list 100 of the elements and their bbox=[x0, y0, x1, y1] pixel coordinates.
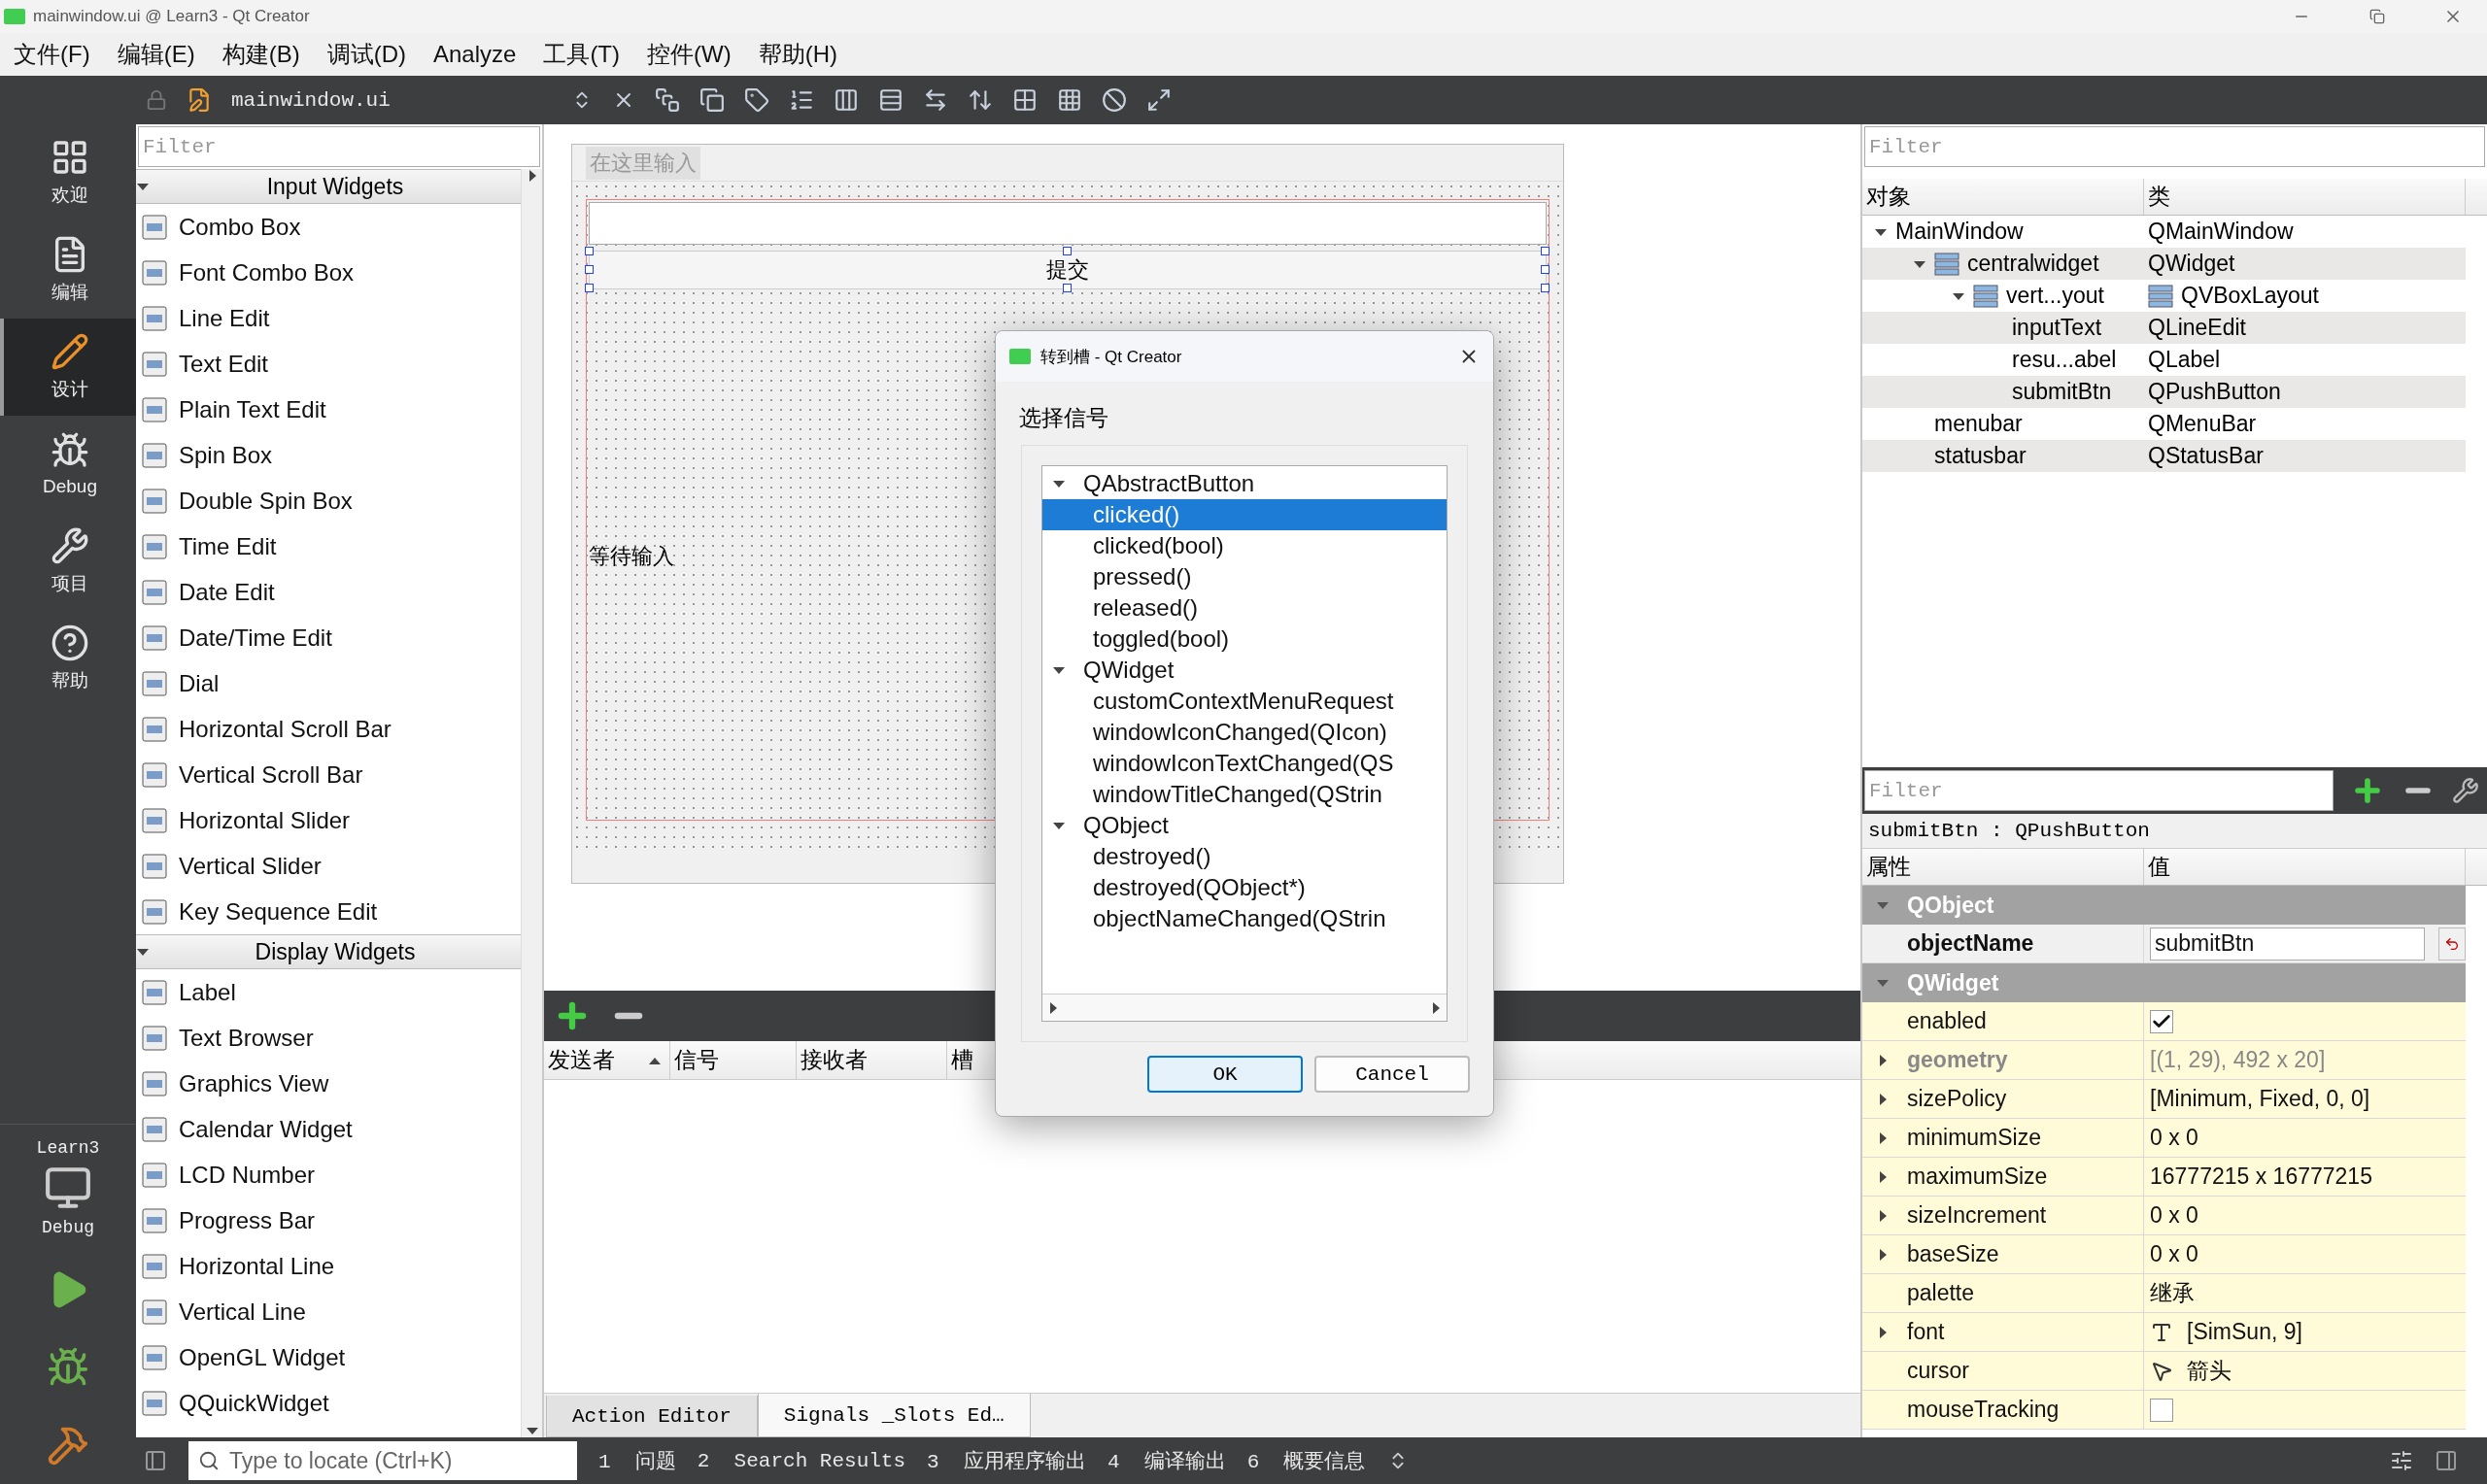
signal-row[interactable]: clicked(bool) bbox=[1042, 530, 1447, 561]
dialog-button[interactable]: OK bbox=[1147, 1056, 1303, 1093]
copy-icon[interactable] bbox=[699, 87, 725, 113]
signal-row[interactable]: windowTitleChanged(QStrin bbox=[1042, 779, 1447, 810]
value-field[interactable]: submitBtn bbox=[2150, 927, 2425, 961]
signal-group-row[interactable]: QAbstractButton bbox=[1042, 468, 1447, 499]
reset-button[interactable] bbox=[2438, 927, 2466, 961]
grid-icon[interactable] bbox=[1012, 87, 1038, 113]
output-pane-tab[interactable]: 1 问题 bbox=[598, 1447, 676, 1474]
editor-tab[interactable]: Action Editor bbox=[546, 1396, 758, 1437]
category-header[interactable]: Input Widgets bbox=[136, 169, 521, 204]
grid-icon[interactable] bbox=[1057, 87, 1082, 113]
signal-row[interactable]: destroyed(QObject*) bbox=[1042, 872, 1447, 903]
locator-box[interactable]: Type to locate (Ctrl+K) bbox=[188, 1441, 577, 1480]
menu-item[interactable]: 文件(F) bbox=[14, 39, 90, 70]
scroll-bar[interactable] bbox=[521, 169, 542, 1437]
signal-row[interactable]: windowIconChanged(QIcon) bbox=[1042, 717, 1447, 748]
menu-item[interactable]: Analyze bbox=[433, 41, 517, 68]
output-pane-tab[interactable]: 2 Search Results bbox=[697, 1449, 906, 1472]
signal-group-row[interactable]: QObject bbox=[1042, 810, 1447, 841]
signal-row[interactable]: toggled(bool) bbox=[1042, 624, 1447, 655]
columns-icon[interactable] bbox=[834, 87, 859, 113]
widget-list-item[interactable]: Vertical Slider bbox=[136, 843, 521, 889]
menu-item[interactable]: 编辑(E) bbox=[117, 39, 195, 70]
widget-list-item[interactable]: Text Edit bbox=[136, 341, 521, 387]
signal-row[interactable]: released() bbox=[1042, 592, 1447, 624]
open-file-name[interactable]: mainwindow.ui bbox=[231, 88, 552, 112]
sidebar-toggle-icon[interactable] bbox=[2435, 1449, 2458, 1472]
widget-list-item[interactable]: Key Sequence Edit bbox=[136, 889, 521, 934]
property-row[interactable]: objectName submitBtn bbox=[1862, 925, 2466, 963]
checkbox[interactable] bbox=[2150, 1398, 2173, 1422]
property-row[interactable]: palette 继承 bbox=[1862, 1274, 2466, 1313]
column-header[interactable]: 接收者 bbox=[797, 1041, 947, 1079]
widget-list-item[interactable]: Horizontal Line bbox=[136, 1243, 521, 1289]
property-row[interactable]: cursor 箭头 bbox=[1862, 1352, 2466, 1391]
property-row[interactable]: enabled bbox=[1862, 1002, 2466, 1041]
widget-list-item[interactable]: Vertical Line bbox=[136, 1289, 521, 1334]
signal-row[interactable]: objectNameChanged(QStrin bbox=[1042, 903, 1447, 934]
menu-item[interactable]: 帮助(H) bbox=[758, 39, 837, 70]
object-row[interactable]: inputText QLineEdit bbox=[1862, 312, 2466, 344]
property-row[interactable]: baseSize 0 x 0 bbox=[1862, 1235, 2466, 1274]
mode-tab[interactable]: 欢迎 bbox=[0, 124, 136, 221]
signal-row[interactable]: clicked() bbox=[1042, 499, 1447, 530]
resize-icon[interactable] bbox=[1146, 87, 1172, 113]
sidebar-toggle-icon[interactable] bbox=[144, 1449, 167, 1472]
column-header[interactable]: 值 bbox=[2144, 849, 2466, 885]
wrench-icon[interactable] bbox=[2452, 777, 2479, 804]
object-row[interactable]: centralwidget QWidget bbox=[1862, 248, 2466, 280]
widget-list-item[interactable]: Line Edit bbox=[136, 295, 521, 341]
prohibited-icon[interactable] bbox=[1102, 87, 1127, 113]
signal-row[interactable]: pressed() bbox=[1042, 561, 1447, 592]
horizontal-arrows-icon[interactable] bbox=[923, 87, 948, 113]
category-header[interactable]: Display Widgets bbox=[136, 934, 521, 969]
checkbox[interactable] bbox=[2150, 1009, 2173, 1033]
tag-icon[interactable] bbox=[744, 87, 769, 113]
signal-row[interactable]: windowIconTextChanged(QS bbox=[1042, 748, 1447, 779]
stacked-squares-icon[interactable] bbox=[655, 87, 680, 113]
output-pane-tab[interactable]: 4 编译输出 bbox=[1107, 1447, 1226, 1474]
dialog-button[interactable]: Cancel bbox=[1314, 1056, 1470, 1093]
widget-list-item[interactable]: Font Combo Box bbox=[136, 250, 521, 295]
signal-group-row[interactable]: QWidget bbox=[1042, 655, 1447, 686]
signal-row[interactable]: customContextMenuRequest bbox=[1042, 686, 1447, 717]
column-header[interactable]: 信号 bbox=[670, 1041, 797, 1079]
widget-list-item[interactable]: Graphics View bbox=[136, 1061, 521, 1106]
output-pane-tab[interactable]: 6 概要信息 bbox=[1246, 1447, 1366, 1474]
widget-list-item[interactable]: Date/Time Edit bbox=[136, 615, 521, 660]
filter-field[interactable]: Filter bbox=[138, 126, 540, 167]
menu-item[interactable]: 构建(B) bbox=[221, 39, 300, 70]
menu-item[interactable]: 工具(T) bbox=[543, 39, 621, 70]
object-row[interactable]: submitBtn QPushButton bbox=[1862, 376, 2466, 408]
widget-list-item[interactable]: Progress Bar bbox=[136, 1197, 521, 1243]
vertical-arrows-icon[interactable] bbox=[968, 87, 993, 113]
property-row[interactable]: mouseTracking bbox=[1862, 1391, 2466, 1430]
menu-item[interactable]: 调试(D) bbox=[326, 39, 406, 70]
widget-list-item[interactable]: Combo Box bbox=[136, 204, 521, 250]
mode-tab[interactable]: 帮助 bbox=[0, 610, 136, 707]
column-header[interactable]: 对象 bbox=[1862, 179, 2144, 215]
widget-list-item[interactable]: Label bbox=[136, 969, 521, 1015]
numbered-list-icon[interactable] bbox=[789, 87, 814, 113]
widget-list-item[interactable]: Date Edit bbox=[136, 569, 521, 615]
filter-field[interactable]: Filter bbox=[1864, 770, 2334, 811]
menu-item[interactable]: 控件(W) bbox=[647, 39, 732, 70]
property-row[interactable]: font [SimSun, 9] bbox=[1862, 1313, 2466, 1352]
lock-icon[interactable] bbox=[146, 89, 167, 111]
property-row[interactable]: sizeIncrement 0 x 0 bbox=[1862, 1197, 2466, 1235]
mode-tab[interactable]: 编辑 bbox=[0, 221, 136, 319]
mode-tab[interactable]: 项目 bbox=[0, 513, 136, 610]
widget-list-item[interactable]: Time Edit bbox=[136, 523, 521, 569]
widget-list-item[interactable]: Spin Box bbox=[136, 432, 521, 478]
column-header[interactable]: 类 bbox=[2144, 179, 2466, 215]
rows-icon[interactable] bbox=[878, 87, 903, 113]
widget-list-item[interactable]: OpenGL Widget bbox=[136, 1334, 521, 1380]
column-header[interactable]: 属性 bbox=[1862, 849, 2144, 885]
property-row[interactable]: maximumSize 16777215 x 16777215 bbox=[1862, 1158, 2466, 1197]
widget-list-item[interactable]: Text Browser bbox=[136, 1015, 521, 1061]
property-row[interactable]: sizePolicy [Minimum, Fixed, 0, 0] bbox=[1862, 1080, 2466, 1119]
widget-list-item[interactable]: Vertical Scroll Bar bbox=[136, 752, 521, 797]
widget-list-item[interactable]: Double Spin Box bbox=[136, 478, 521, 523]
column-header[interactable]: 发送者 bbox=[544, 1041, 670, 1079]
widget-list-item[interactable]: Plain Text Edit bbox=[136, 387, 521, 432]
